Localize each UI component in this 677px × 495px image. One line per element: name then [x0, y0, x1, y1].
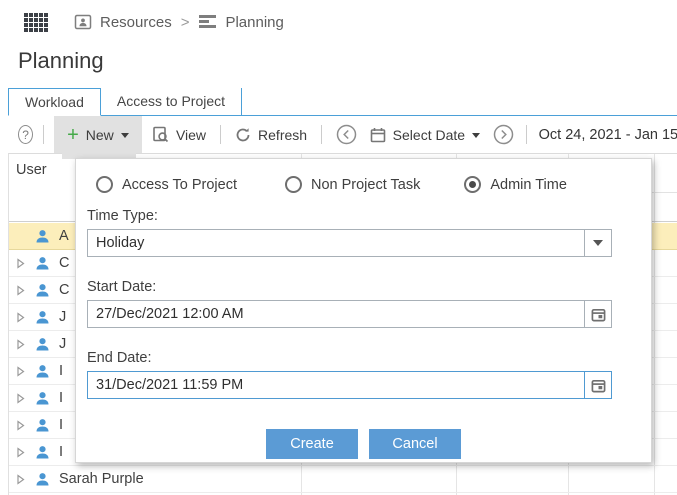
radio-admin-time[interactable]: Admin Time: [464, 176, 567, 193]
user-row[interactable]: Sarah Purple: [9, 466, 677, 493]
resources-folder-icon: [74, 13, 92, 31]
radio-label: Admin Time: [490, 176, 567, 193]
user-column-header: User: [16, 162, 47, 178]
person-icon: [34, 309, 51, 326]
user-name: I: [59, 417, 64, 433]
refresh-button[interactable]: Refresh: [231, 116, 311, 153]
expand-triangle-icon[interactable]: [15, 446, 26, 458]
radio-label: Non Project Task: [310, 176, 421, 193]
planning-list-icon: [198, 14, 217, 30]
calendar-icon: [370, 127, 386, 143]
user-name: C: [59, 282, 70, 298]
select-date-button[interactable]: Select Date: [366, 116, 484, 153]
breadcrumb-label: Planning: [225, 13, 284, 31]
tab-strip: Workload Access to Project: [8, 88, 677, 116]
expand-triangle-icon[interactable]: [15, 284, 26, 296]
plus-icon: +: [67, 123, 79, 146]
person-icon: [34, 336, 51, 353]
breadcrumb-separator: >: [180, 13, 190, 31]
new-admin-time-dialog: Access To Project Non Project Task Admin T…: [75, 158, 652, 463]
person-icon: [34, 471, 51, 488]
person-icon: [34, 228, 51, 245]
radio-circle-icon[interactable]: [96, 176, 113, 193]
chevron-down-icon: [120, 133, 129, 138]
calendar-icon: [591, 379, 605, 392]
radio-access-to-project[interactable]: Access To Project: [96, 176, 237, 193]
radio-label: Access To Project: [122, 176, 237, 193]
page-title: Planning: [18, 48, 104, 73]
expand-triangle-icon[interactable]: [15, 311, 26, 323]
user-name: I: [59, 363, 64, 379]
start-date-field: [87, 300, 612, 328]
end-date-input[interactable]: [88, 372, 584, 398]
dropdown-arrow-button[interactable]: [584, 230, 611, 256]
chevron-right-circle-icon: [493, 124, 514, 145]
entry-type-radios: Access To Project Non Project Task Admin T…: [96, 176, 651, 193]
expand-triangle-icon[interactable]: [15, 419, 26, 431]
chevron-down-icon: [472, 133, 481, 138]
user-name: Sarah Purple: [59, 471, 144, 487]
person-icon: [34, 417, 51, 434]
start-date-label: Start Date:: [87, 279, 157, 295]
user-name: J: [59, 309, 67, 325]
refresh-button-label: Refresh: [258, 126, 308, 143]
user-name: A: [59, 228, 69, 244]
new-button-label: New: [85, 126, 114, 143]
dialog-buttons: Create Cancel: [76, 429, 651, 459]
time-type-select[interactable]: Holiday: [87, 229, 612, 257]
new-button[interactable]: + New: [54, 116, 142, 153]
create-button[interactable]: Create: [266, 429, 358, 459]
help-icon[interactable]: ?: [18, 125, 34, 144]
toolbar-divider: [321, 125, 323, 144]
person-icon: [34, 255, 51, 272]
user-name: J: [59, 336, 67, 352]
refresh-icon: [235, 127, 251, 143]
end-date-calendar-button[interactable]: [584, 372, 611, 398]
radio-circle-icon[interactable]: [464, 176, 482, 193]
start-date-calendar-button[interactable]: [584, 301, 611, 327]
user-name: I: [59, 444, 64, 460]
user-name: C: [59, 255, 70, 271]
breadcrumb-label: Resources: [100, 13, 172, 31]
top-bar: Resources > Planning: [24, 9, 284, 35]
toolbar-divider: [43, 125, 45, 144]
toolbar-divider: [220, 125, 222, 144]
expand-triangle-icon[interactable]: [15, 338, 26, 350]
view-button[interactable]: View: [148, 116, 210, 153]
tab-access-to-project[interactable]: Access to Project: [101, 88, 243, 115]
radio-non-project-task[interactable]: Non Project Task: [284, 176, 421, 193]
person-icon: [34, 282, 51, 299]
time-type-value: Holiday: [96, 235, 145, 251]
end-date-label: End Date:: [87, 350, 152, 366]
chevron-left-circle-icon: [336, 124, 357, 145]
radio-circle-icon[interactable]: [284, 176, 302, 193]
tab-workload[interactable]: Workload: [8, 88, 101, 116]
calendar-icon: [591, 308, 605, 321]
date-range-label: Oct 24, 2021 - Jan 15, 2022: [538, 126, 677, 143]
expand-triangle-icon[interactable]: [15, 365, 26, 377]
person-icon: [34, 363, 51, 380]
next-period-button[interactable]: [489, 116, 518, 153]
app-launcher-icon[interactable]: [24, 12, 48, 32]
expand-triangle-icon[interactable]: [15, 392, 26, 404]
time-type-label: Time Type:: [87, 208, 158, 224]
chevron-down-icon: [593, 240, 603, 246]
start-date-input[interactable]: [88, 301, 584, 327]
person-icon: [34, 390, 51, 407]
view-button-label: View: [175, 126, 207, 143]
toolbar-divider: [525, 125, 527, 144]
breadcrumb-resources[interactable]: Resources: [74, 13, 172, 31]
user-name: I: [59, 390, 64, 406]
select-date-label: Select Date: [392, 126, 466, 143]
expand-triangle-icon[interactable]: [15, 257, 26, 269]
person-icon: [34, 444, 51, 461]
breadcrumb-planning[interactable]: Planning: [198, 13, 284, 31]
expand-triangle-icon[interactable]: [15, 473, 26, 485]
view-icon: [152, 126, 169, 143]
cancel-button[interactable]: Cancel: [369, 429, 461, 459]
planning-screen: Resources > Planning Planning Workload A…: [0, 0, 677, 495]
previous-period-button[interactable]: [332, 116, 361, 153]
end-date-field: [87, 371, 612, 399]
toolbar: ? + New View Refresh Select Date Oct 24,…: [8, 116, 677, 153]
